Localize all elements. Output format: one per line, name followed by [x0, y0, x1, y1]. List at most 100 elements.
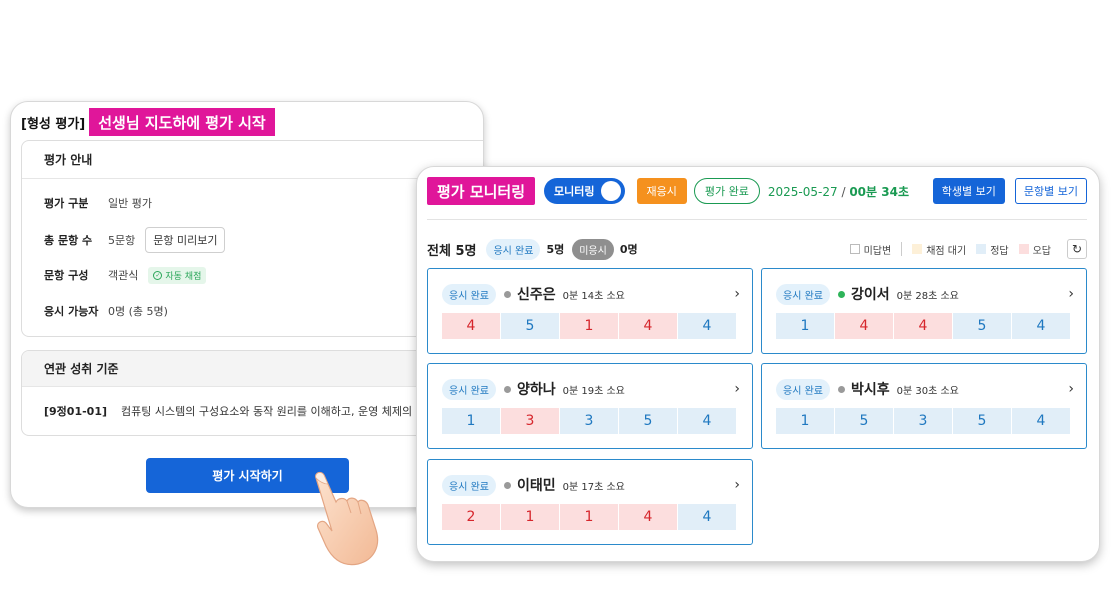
- answer-cell-q1: 1: [776, 408, 834, 434]
- monitoring-title: 평가 모니터링: [427, 177, 536, 205]
- chevron-right-icon[interactable]: ›: [734, 381, 740, 397]
- complete-assessment-button[interactable]: 평가 완료: [693, 178, 760, 204]
- answer-cell-q2: 5: [835, 408, 893, 434]
- student-card[interactable]: 응시 완료 신주은 0분 14초 소요 › 45144: [427, 268, 753, 354]
- assessment-header: [형성 평가] 선생님 지도하에 평가 시작: [21, 108, 275, 136]
- standard-code: [9정01-01]: [44, 405, 108, 418]
- student-name: 신주은: [516, 287, 556, 303]
- assessment-type-title: [형성 평가]: [21, 116, 86, 132]
- answer-cell-q3: 1: [560, 313, 618, 339]
- assessment-start-card: [형성 평가] 선생님 지도하에 평가 시작 평가 안내 평가 구분 일반 평가…: [10, 101, 484, 508]
- legend-swatch: [1018, 244, 1029, 254]
- timestamp-separator: /: [841, 184, 846, 199]
- student-card[interactable]: 응시 완료 양하나 0분 19초 소요 › 13354: [427, 363, 753, 449]
- answer-cells: 45144: [442, 313, 736, 339]
- student-name: 강이서: [850, 287, 890, 303]
- presence-dot: [837, 385, 845, 393]
- answer-cells: 15354: [776, 408, 1070, 434]
- answer-cell-q1: 1: [442, 408, 500, 434]
- legend-unanswered: 미답변: [849, 242, 892, 257]
- answer-cell-q2: 1: [501, 504, 559, 530]
- retest-button[interactable]: 재응시: [636, 178, 687, 204]
- achievement-standard-box: 연관 성취 기준 [9정01-01] 컴퓨팅 시스템의 구성요소와 동작 원리를…: [21, 350, 483, 436]
- student-card[interactable]: 응시 완료 박시후 0분 30초 소요 › 15354: [761, 363, 1087, 449]
- student-name: 박시후: [850, 382, 890, 398]
- answer-cell-q4: 5: [953, 313, 1011, 339]
- presence-dot: [503, 290, 511, 298]
- assessment-guide-box: 평가 안내 평가 구분 일반 평가 총 문항 수 5문항 문항 미리보기 문항 …: [21, 140, 483, 337]
- answer-cell-q3: 4: [894, 313, 952, 339]
- legend-swatch: [849, 244, 860, 254]
- student-card-header: 응시 완료 박시후 0분 30초 소요 ›: [776, 378, 1074, 400]
- legend-swatch: [976, 244, 987, 254]
- answer-cell-q4: 5: [953, 408, 1011, 434]
- info-value: 5문항: [108, 234, 136, 247]
- student-time: 0분 19초 소요: [562, 385, 625, 397]
- answer-cell-q1: 4: [442, 313, 500, 339]
- pointing-hand-icon: [315, 471, 379, 566]
- answer-cell-q5: 4: [678, 408, 736, 434]
- student-card[interactable]: 응시 완료 강이서 0분 28초 소요 › 14454: [761, 268, 1087, 354]
- standard-description: 컴퓨팅 시스템의 구성요소와 동작 원리를 이해하고, 운영 체제의 기능을 분: [121, 405, 460, 418]
- student-name: 양하나: [516, 382, 556, 398]
- answer-cells: 21144: [442, 504, 736, 530]
- answer-cell-q1: 1: [776, 313, 834, 339]
- student-card-header: 응시 완료 이태민 0분 17초 소요 ›: [442, 474, 740, 496]
- answer-cell-q5: 4: [1012, 313, 1070, 339]
- student-card[interactable]: 응시 완료 이태민 0분 17초 소요 › 21144: [427, 459, 753, 545]
- legend-label: 미답변: [863, 245, 892, 257]
- info-value: 0명 (총 5명): [108, 305, 168, 318]
- answer-cell-q3: 3: [560, 408, 618, 434]
- student-status: 응시 완료: [776, 283, 830, 305]
- assessment-date: 2025-05-27: [767, 184, 838, 199]
- header-divider: [427, 219, 1087, 220]
- info-row-count: 총 문항 수 5문항 문항 미리보기: [44, 227, 226, 253]
- monitoring-toggle[interactable]: 모니터링: [544, 178, 625, 204]
- view-by-question-button[interactable]: 문항별 보기: [1014, 178, 1087, 204]
- answer-cells: 14454: [776, 313, 1070, 339]
- answer-cell-q1: 2: [442, 504, 500, 530]
- info-label: 문항 구성: [44, 269, 89, 282]
- answer-cell-q5: 4: [678, 504, 736, 530]
- info-label: 평가 구분: [44, 197, 89, 210]
- student-status: 응시 완료: [776, 378, 830, 400]
- chevron-right-icon[interactable]: ›: [1068, 286, 1074, 302]
- student-status: 응시 완료: [442, 378, 496, 400]
- presence-dot: [503, 385, 511, 393]
- answer-cell-q2: 5: [501, 313, 559, 339]
- monitoring-header: 평가 모니터링 모니터링 재응시 평가 완료 2025-05-27 / 00분 …: [427, 177, 1087, 205]
- answer-cells: 13354: [442, 408, 736, 434]
- answer-cell-q3: 1: [560, 504, 618, 530]
- student-status: 응시 완료: [442, 283, 496, 305]
- student-card-header: 응시 완료 양하나 0분 19초 소요 ›: [442, 378, 740, 400]
- answer-legend: 미답변 채점 대기 정답 오답 ↻: [849, 239, 1087, 259]
- answer-cell-q2: 3: [501, 408, 559, 434]
- student-time: 0분 30초 소요: [896, 385, 959, 397]
- student-time: 0분 17초 소요: [562, 481, 625, 493]
- chevron-right-icon[interactable]: ›: [734, 286, 740, 302]
- check-circle-icon: ✓: [153, 270, 163, 280]
- answer-cell-q4: 5: [619, 408, 677, 434]
- view-by-student-button[interactable]: 학생별 보기: [932, 178, 1005, 204]
- student-status: 응시 완료: [442, 474, 496, 496]
- answer-cell-q5: 4: [678, 313, 736, 339]
- legend-swatch: [912, 244, 923, 254]
- toggle-knob: [600, 181, 621, 201]
- answer-cell-q4: 4: [619, 504, 677, 530]
- info-value: 객관식: [108, 269, 139, 282]
- legend-label: 오답: [1032, 245, 1051, 257]
- elapsed-timestamp: 2025-05-27 / 00분 34초: [768, 183, 909, 200]
- done-pill: 응시 완료: [486, 238, 541, 260]
- preview-questions-button[interactable]: 문항 미리보기: [145, 227, 226, 253]
- elapsed-time: 00분 34초: [849, 184, 909, 199]
- student-time: 0분 14초 소요: [562, 290, 625, 302]
- monitoring-panel: 평가 모니터링 모니터링 재응시 평가 완료 2025-05-27 / 00분 …: [416, 166, 1100, 562]
- info-row-composition: 문항 구성 객관식 ✓ 자동 채점: [44, 262, 207, 288]
- answer-cell-q4: 4: [619, 313, 677, 339]
- toggle-label: 모니터링: [554, 185, 595, 198]
- student-time: 0분 28초 소요: [896, 290, 959, 302]
- refresh-icon[interactable]: ↻: [1067, 239, 1087, 259]
- chevron-right-icon[interactable]: ›: [1068, 381, 1074, 397]
- info-row-eligible: 응시 가능자 0명 (총 5명): [44, 298, 168, 324]
- chevron-right-icon[interactable]: ›: [734, 477, 740, 493]
